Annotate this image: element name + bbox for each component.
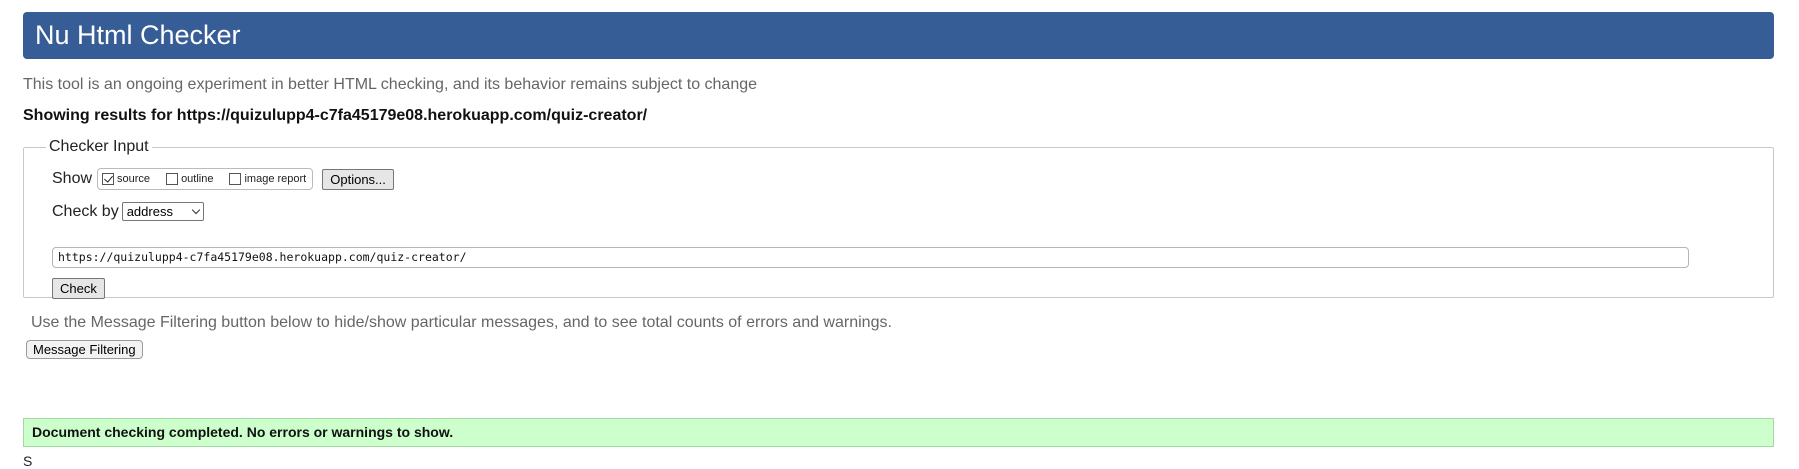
success-message: Document checking completed. No errors o… (23, 418, 1774, 447)
image-report-checkbox[interactable] (229, 173, 242, 185)
show-outline-option[interactable]: outline (166, 173, 213, 185)
outline-checkbox-label: outline (181, 173, 214, 185)
check-row: Check (52, 278, 105, 299)
check-by-selected-value: address (126, 204, 173, 219)
check-by-row: Check by address (52, 202, 204, 221)
source-checkbox[interactable] (102, 173, 115, 185)
source-checkbox-label: source (117, 173, 151, 185)
checker-input-legend: Checker Input (49, 138, 149, 155)
show-label: Show (52, 170, 93, 187)
results-for-heading: Showing results for https://quizulupp4-c… (23, 107, 648, 124)
check-button[interactable]: Check (52, 278, 105, 299)
url-input[interactable]: https://quizulupp4-c7fa45179e08.herokuap… (52, 247, 1689, 268)
intro-text: This tool is an ongoing experiment in be… (23, 76, 758, 93)
page-title: Nu Html Checker (35, 20, 241, 50)
image-report-checkbox-label: image report (244, 173, 307, 185)
show-options-group: source outline image report (97, 168, 314, 190)
chevron-down-icon (191, 205, 200, 215)
check-by-select[interactable]: address (121, 202, 204, 221)
message-filtering-note: Use the Message Filtering button below t… (31, 314, 892, 331)
show-row: Show source outline image report Options… (52, 168, 394, 190)
show-source-option[interactable]: source (102, 173, 150, 185)
options-button[interactable]: Options... (322, 168, 394, 190)
checker-input-fieldset: Checker Input Show source outline image … (23, 138, 1774, 299)
show-image-report-option[interactable]: image report (229, 173, 306, 185)
page-header: Nu Html Checker (23, 12, 1774, 59)
check-by-label: Check by (52, 202, 119, 220)
trailing-text: S (23, 453, 33, 469)
message-filtering-button[interactable]: Message Filtering (26, 340, 143, 359)
outline-checkbox[interactable] (166, 173, 179, 185)
